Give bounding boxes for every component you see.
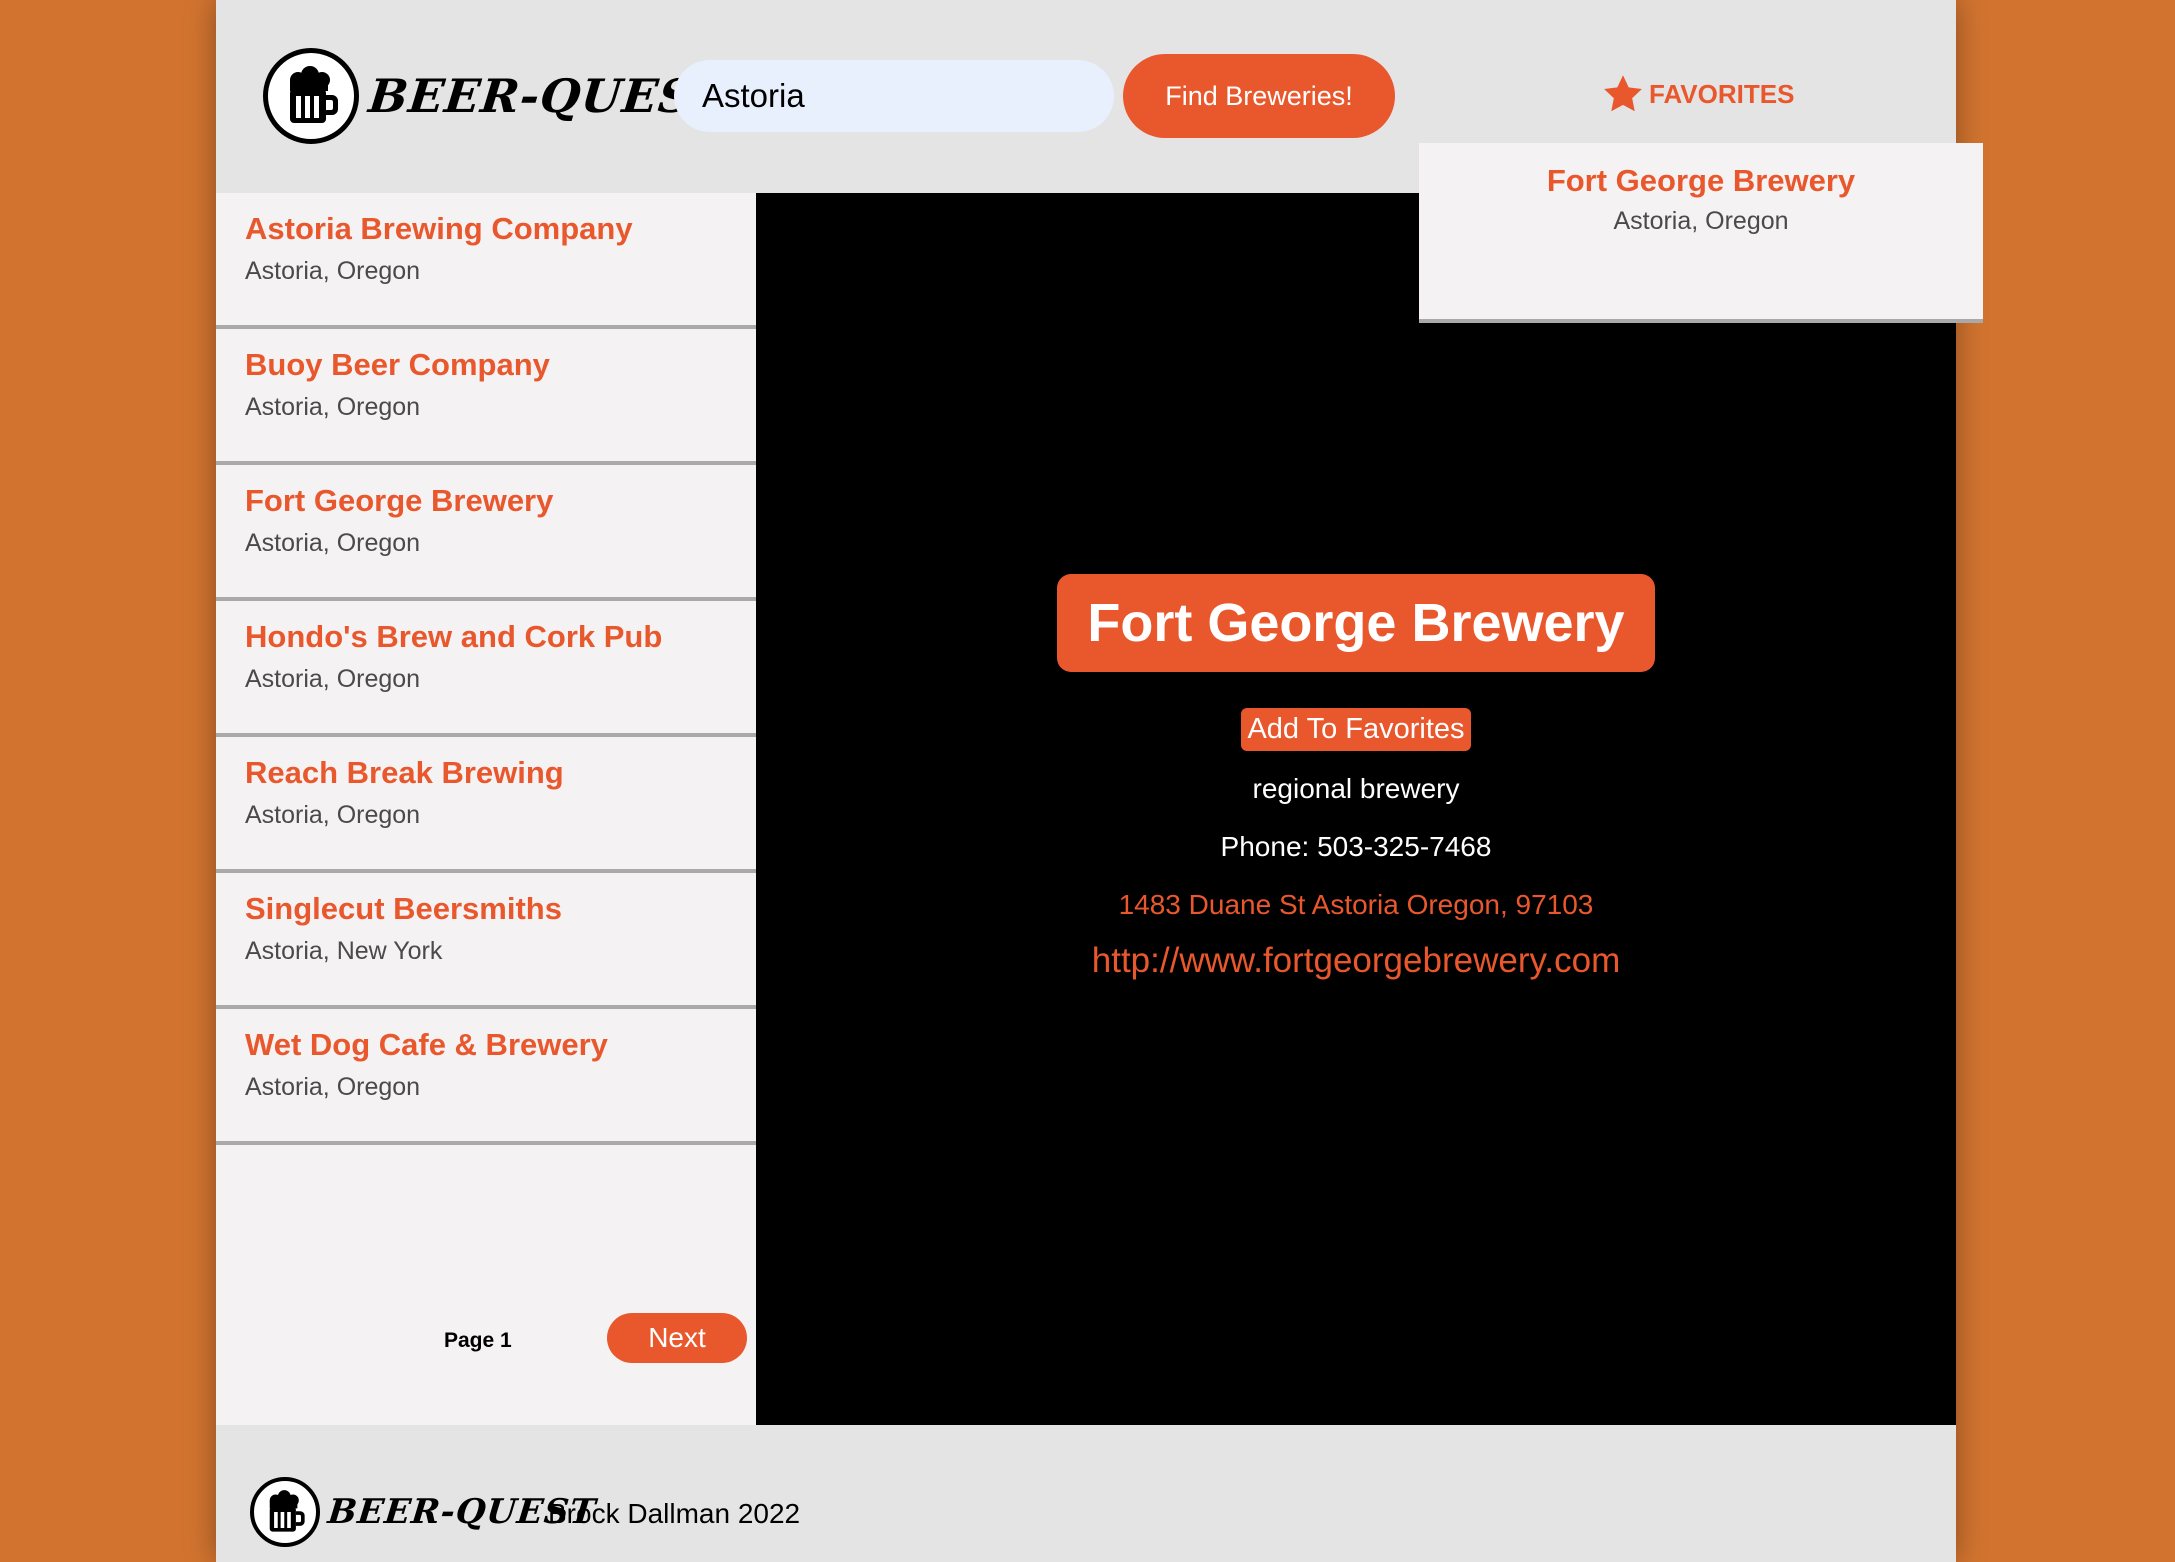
brewery-name: Singlecut Beersmiths [245,891,562,926]
brewery-detail-content: Fort George Brewery Add To Favorites reg… [756,574,1956,981]
brewery-location: Astoria, New York [245,937,443,965]
brewery-location: Astoria, Oregon [245,1073,421,1101]
brewery-location: Astoria, Oregon [245,393,421,421]
footer-credit: Brock Dallman 2022 [548,1498,801,1529]
page-indicator: Page 1 [444,1329,512,1352]
find-breweries-button[interactable]: Find Breweries! [1123,54,1395,138]
brewery-location: Astoria, Oregon [245,529,421,557]
brewery-list-item[interactable]: Astoria Brewing Company Astoria, Oregon [216,193,756,329]
brewery-type: regional brewery [1252,773,1460,804]
brewery-name: Astoria Brewing Company [245,211,633,246]
brewery-list-item[interactable]: Reach Break Brewing Astoria, Oregon [216,737,756,873]
favorite-item-location: Astoria, Oregon [1613,207,1789,235]
app-container: BEER-QUEST Find Breweries! FAVORITES For… [216,0,1983,1562]
brand-logo[interactable]: BEER-QUEST [263,48,731,144]
beer-mug-icon [263,48,359,144]
footer: BEER-QUEST Brock Dallman 2022 [216,1425,1956,1562]
brewery-list-item[interactable]: Buoy Beer Company Astoria, Oregon [216,329,756,465]
brewery-list-item[interactable]: Singlecut Beersmiths Astoria, New York [216,873,756,1009]
star-icon [1604,75,1642,112]
favorites-dropdown: Fort George Brewery Astoria, Oregon [1419,143,1983,323]
brewery-name: Wet Dog Cafe & Brewery [245,1027,608,1062]
brewery-name: Fort George Brewery [245,483,554,518]
pagination: Page 1 Next [216,1313,756,1373]
brewery-list-item[interactable]: Fort George Brewery Astoria, Oregon [216,465,756,601]
brewery-address-link[interactable]: 1483 Duane St Astoria Oregon, 97103 [1119,889,1594,921]
brewery-phone: Phone: 503-325-7468 [1220,831,1492,862]
brewery-location: Astoria, Oregon [245,257,421,285]
add-to-favorites-button[interactable]: Add To Favorites [1241,708,1471,751]
next-page-button[interactable]: Next [607,1313,747,1363]
brewery-location: Astoria, Oregon [245,801,421,829]
footer-logo: BEER-QUEST [250,1477,598,1547]
brewery-detail-panel: Fort George Brewery Add To Favorites reg… [756,193,1956,1425]
results-sidebar: Astoria Brewing Company Astoria, Oregon … [216,193,756,1425]
brewery-name: Hondo's Brew and Cork Pub [245,619,663,654]
brewery-name: Buoy Beer Company [245,347,550,382]
favorite-item-name[interactable]: Fort George Brewery [1419,163,1983,199]
search-input[interactable] [674,60,1114,132]
brewery-list-item[interactable]: Hondo's Brew and Cork Pub Astoria, Orego… [216,601,756,737]
brewery-website-link[interactable]: http://www.fortgeorgebrewery.com [1092,941,1620,981]
brewery-detail-title: Fort George Brewery [1057,574,1655,672]
beer-mug-icon [250,1477,320,1547]
brewery-location: Astoria, Oregon [245,665,421,693]
favorites-toggle[interactable]: FAVORITES [1601,72,1794,116]
favorites-label: FAVORITES [1649,78,1795,109]
brewery-list-item[interactable]: Wet Dog Cafe & Brewery Astoria, Oregon [216,1009,756,1145]
brewery-name: Reach Break Brewing [245,755,564,790]
